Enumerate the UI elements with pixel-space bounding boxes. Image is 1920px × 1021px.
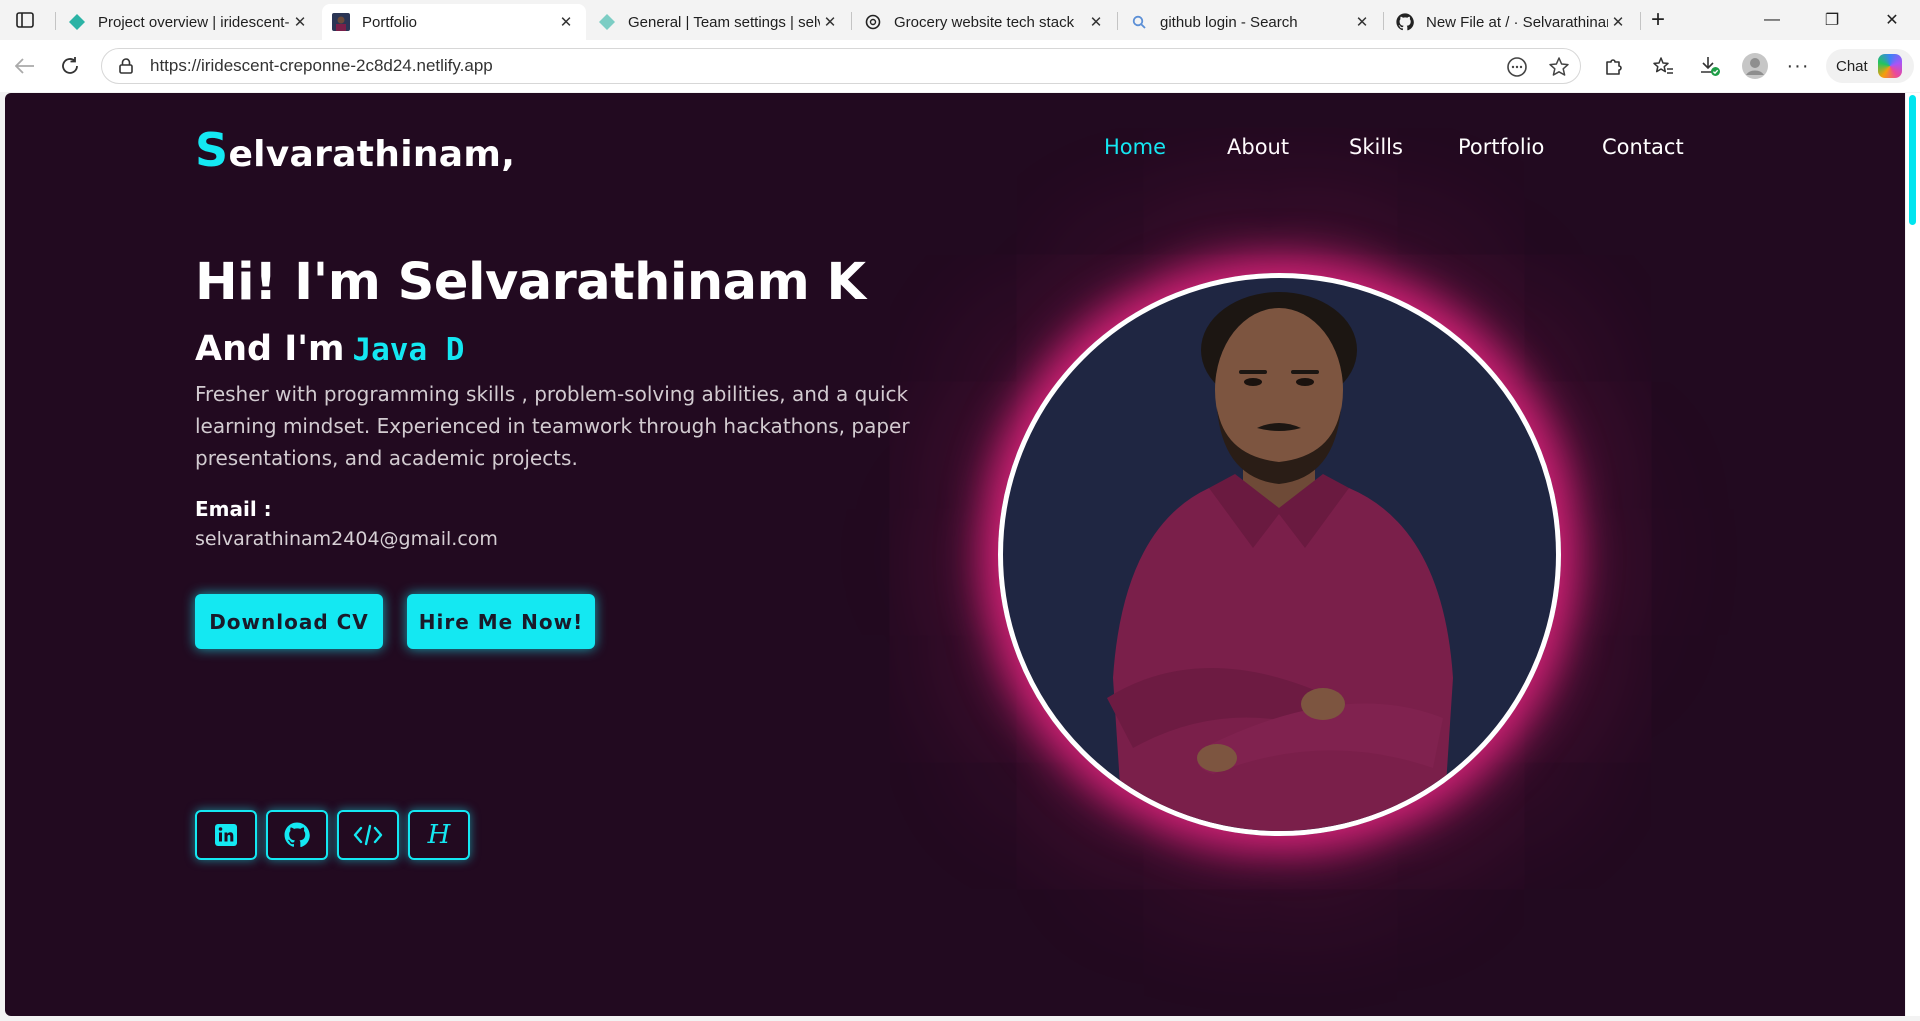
new-tab-button[interactable]: + [1642, 6, 1674, 34]
close-window-button[interactable]: ✕ [1864, 0, 1920, 40]
refresh-button[interactable] [55, 52, 85, 80]
portfolio-page: Selvarathinam, Home About Skills Portfol… [5, 93, 1905, 1016]
github-link[interactable] [266, 810, 328, 860]
address-bar[interactable]: https://iridescent-creponne-2c8d24.netli… [101, 48, 1581, 84]
portrait-favicon [332, 13, 350, 31]
page-scrollbar[interactable] [1906, 93, 1920, 1016]
person-illustration [1107, 292, 1453, 831]
restore-icon: ❐ [1824, 12, 1840, 29]
chat-copilot-button[interactable]: Chat [1826, 49, 1914, 83]
tab-team-settings[interactable]: General | Team settings | selv ✕ [588, 4, 850, 40]
close-icon: ✕ [1885, 12, 1899, 29]
site-logo[interactable]: Selvarathinam, [195, 123, 515, 177]
tab-separator [851, 12, 852, 30]
tab-grocery-tech-stack[interactable]: Grocery website tech stack ✕ [854, 4, 1116, 40]
chatgpt-icon [864, 13, 882, 31]
typed-role-text: Java D [352, 332, 465, 368]
plus-icon: + [1650, 6, 1665, 33]
tab-separator [1117, 12, 1118, 30]
browser-toolbar: https://iridescent-creponne-2c8d24.netli… [0, 40, 1920, 92]
hackerrank-icon: H [427, 820, 451, 850]
tab-project-overview[interactable]: Project overview | iridescent- ✕ [58, 4, 320, 40]
download-icon [1701, 57, 1720, 76]
close-icon[interactable]: ✕ [1352, 13, 1372, 31]
tab-github-new-file[interactable]: New File at / · Selvarathinam ✕ [1386, 4, 1638, 40]
nav-home[interactable]: Home [1104, 135, 1166, 159]
more-options-icon: ··· [1786, 54, 1810, 77]
tab-github-login-search[interactable]: github login - Search ✕ [1120, 4, 1382, 40]
nav-skills[interactable]: Skills [1349, 135, 1403, 159]
puzzle-icon [1606, 59, 1622, 75]
code-link[interactable] [337, 810, 399, 860]
site-info-icon[interactable] [116, 58, 136, 74]
close-icon[interactable]: ✕ [556, 13, 576, 31]
close-icon[interactable]: ✕ [290, 13, 310, 31]
downloads-button[interactable] [1695, 52, 1725, 80]
github-icon [284, 822, 310, 848]
linkedin-link[interactable] [195, 810, 257, 860]
tab-separator [1640, 12, 1641, 30]
github-icon [1396, 13, 1414, 31]
extensions-button[interactable] [1598, 52, 1628, 80]
netlify-diamond-icon [68, 13, 86, 31]
nav-contact[interactable]: Contact [1602, 135, 1684, 159]
linkedin-icon [215, 824, 237, 846]
favorites-button[interactable] [1648, 52, 1678, 80]
settings-menu-button[interactable]: ··· [1783, 52, 1813, 80]
hero-description: Fresher with programming skills , proble… [195, 382, 910, 470]
netlify-diamond-icon [598, 13, 616, 31]
workspaces-button[interactable] [10, 8, 40, 32]
tab-portfolio[interactable]: Portfolio ✕ [322, 4, 586, 40]
refresh-icon [62, 57, 78, 74]
restore-button[interactable]: ❐ [1804, 0, 1860, 40]
scrollbar-thumb[interactable] [1909, 95, 1916, 225]
favorite-star-icon[interactable] [1544, 53, 1574, 81]
favorites-list-icon [1653, 57, 1673, 74]
hero-title: Hi! I'm Selvarathinam K [195, 253, 866, 312]
close-icon[interactable]: ✕ [820, 13, 840, 31]
hire-me-button[interactable]: Hire Me Now! [407, 594, 595, 649]
close-icon[interactable]: ✕ [1086, 13, 1106, 31]
profile-photo [998, 273, 1561, 836]
profile-button[interactable] [1740, 52, 1770, 80]
search-icon [1130, 13, 1148, 31]
url-text[interactable]: https://iridescent-creponne-2c8d24.netli… [150, 56, 1580, 76]
reader-mode-icon[interactable] [1502, 53, 1532, 81]
close-icon[interactable]: ✕ [1608, 13, 1628, 31]
copilot-icon [1877, 54, 1902, 78]
tab-separator [55, 12, 56, 30]
tab-separator [1383, 12, 1384, 30]
minimize-button[interactable]: — [1744, 0, 1800, 40]
tab-strip: Project overview | iridescent- ✕ Portfol… [0, 0, 1920, 40]
hero-subtitle: And I'm Java D [195, 329, 465, 369]
nav-portfolio[interactable]: Portfolio [1458, 135, 1544, 159]
sidebar-icon [16, 12, 34, 28]
download-cv-button[interactable]: Download CV [195, 594, 383, 649]
nav-about[interactable]: About [1227, 135, 1289, 159]
minimize-icon: — [1764, 11, 1780, 28]
email-label: Email : [195, 497, 272, 521]
hackerrank-link[interactable]: H [408, 810, 470, 860]
back-arrow-icon [15, 58, 34, 74]
back-button[interactable] [10, 52, 40, 80]
avatar [1742, 53, 1768, 79]
code-icon [353, 824, 383, 846]
email-value: selvarathinam2404@gmail.com [195, 528, 498, 550]
